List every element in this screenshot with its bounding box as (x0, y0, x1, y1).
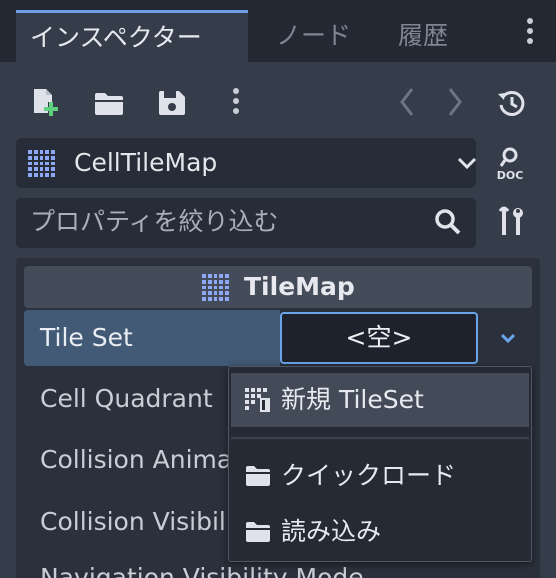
property-row-collision-animatable[interactable]: Collision Animatable (40, 445, 240, 474)
category-title: TileMap (244, 272, 355, 301)
dock-tab-bar: インスペクター ノード 履歴 (0, 0, 556, 62)
object-name: CellTileMap (74, 148, 218, 177)
tab-inspector[interactable]: インスペクター (16, 10, 248, 62)
history-back-icon[interactable] (396, 86, 418, 118)
new-resource-icon[interactable] (32, 88, 58, 118)
menu-item-label: 新規 TileSet (281, 385, 424, 414)
menu-separator (231, 437, 529, 439)
category-header[interactable]: TileMap (24, 266, 532, 308)
filter-input[interactable]: プロパティを絞り込む (30, 198, 279, 246)
chevron-down-icon[interactable] (488, 312, 528, 364)
property-row-navigation-visibility[interactable]: Navigation Visibility Mode (40, 563, 370, 578)
folder-icon (246, 466, 270, 486)
history-forward-icon[interactable] (444, 86, 466, 118)
menu-item-new-tileset[interactable]: 新規 TileSet (231, 373, 529, 427)
folder-icon (246, 522, 270, 542)
menu-item-load[interactable]: 読み込み (231, 505, 529, 559)
svg-text:DOC: DOC (497, 169, 524, 182)
tile-set-value-button[interactable]: <空> (280, 312, 478, 364)
open-folder-icon[interactable] (94, 92, 124, 116)
dock-menu-icon[interactable] (526, 18, 534, 48)
tilemap-icon (28, 150, 55, 177)
tab-history[interactable]: 履歴 (398, 10, 448, 62)
property-row-collision-visibility[interactable]: Collision Visibility Mode (40, 507, 240, 536)
resource-popup-menu: 新規 TileSet クイックロード 読み込み (228, 366, 532, 562)
property-filter[interactable]: プロパティを絞り込む (16, 198, 476, 248)
tools-icon[interactable] (497, 205, 525, 239)
search-icon (435, 209, 461, 235)
doc-icon[interactable]: DOC (493, 146, 527, 182)
object-selector[interactable]: CellTileMap (16, 138, 477, 188)
tileset-icon (245, 388, 270, 412)
save-icon[interactable] (158, 90, 186, 116)
recent-history-icon[interactable] (497, 88, 527, 118)
tilemap-icon (202, 274, 229, 301)
inspector-panel: インスペクター ノード 履歴 CellTileMap DOC プロパティを絞り込… (0, 0, 556, 578)
property-row-tile-set[interactable]: Tile Set (24, 310, 280, 366)
menu-item-label: 読み込み (281, 517, 382, 546)
tab-node[interactable]: ノード (276, 10, 351, 62)
menu-item-quick-load[interactable]: クイックロード (231, 449, 529, 503)
menu-item-label: クイックロード (281, 461, 457, 490)
property-label: Tile Set (40, 323, 133, 352)
chevron-down-icon (457, 157, 477, 170)
property-row-cell-quadrant[interactable]: Cell Quadrant (40, 384, 240, 413)
object-menu-icon[interactable] (232, 88, 240, 118)
